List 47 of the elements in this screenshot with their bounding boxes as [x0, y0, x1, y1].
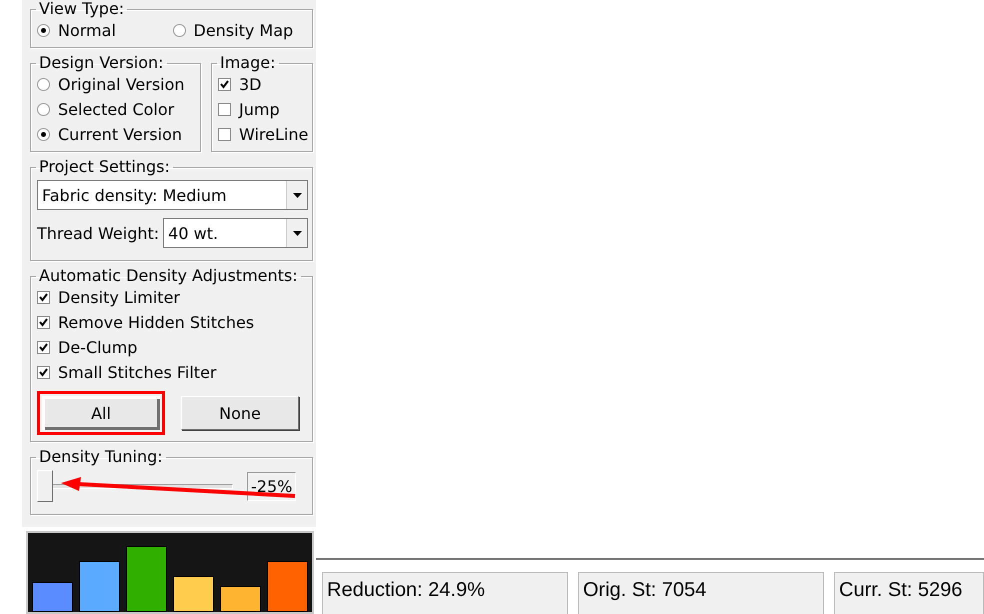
- radio-label: Normal: [58, 21, 116, 40]
- histogram-bar: [126, 546, 167, 612]
- field-label: Thread Weight:: [37, 224, 160, 242]
- checkbox-label: Small Stitches Filter: [58, 363, 216, 382]
- radio-button[interactable]: [37, 24, 50, 37]
- radio-button[interactable]: [37, 78, 50, 91]
- checkbox-label: WireLine: [239, 125, 308, 144]
- checkbox[interactable]: [37, 316, 50, 329]
- group-title: Density Tuning:: [38, 448, 164, 466]
- checkbox-label: De-Clump: [58, 338, 138, 357]
- slider-thumb[interactable]: [37, 470, 53, 502]
- status-pane: Reduction: 24.9%: [322, 572, 568, 614]
- histogram-bar: [267, 561, 308, 612]
- radio-label: Original Version: [58, 75, 185, 94]
- group-title: Automatic Density Adjustments:: [38, 267, 299, 285]
- status-pane: Orig. St: 7054: [578, 572, 824, 614]
- radio-label: Selected Color: [58, 100, 174, 119]
- checkbox[interactable]: [37, 366, 50, 379]
- checkbox-label: Jump: [239, 100, 280, 119]
- none-button[interactable]: None: [181, 396, 299, 430]
- checkbox-label: Density Limiter: [58, 288, 180, 307]
- radio-label: Density Map: [194, 21, 294, 40]
- histogram-bar: [220, 586, 261, 612]
- radio-button[interactable]: [37, 103, 50, 116]
- group-title: Project Settings:: [38, 158, 171, 176]
- checkbox[interactable]: [218, 128, 231, 141]
- radio-button[interactable]: [172, 24, 186, 37]
- checkbox-label: 3D: [239, 75, 262, 94]
- group-title: Design Version:: [38, 54, 165, 72]
- checkbox-label: Remove Hidden Stitches: [58, 313, 254, 332]
- checkbox[interactable]: [37, 341, 50, 354]
- group-title: View Type:: [38, 0, 126, 18]
- radio-label: Current Version: [58, 125, 182, 144]
- histogram-bar: [173, 576, 214, 612]
- dropdown-arrow-icon: [292, 192, 302, 198]
- checkbox[interactable]: [218, 78, 231, 91]
- fabric-density-dropdown[interactable]: Fabric density: Medium: [37, 180, 308, 210]
- histogram-bar: [79, 561, 120, 612]
- radio-button[interactable]: [37, 128, 50, 141]
- all-button[interactable]: All: [37, 391, 165, 435]
- checkbox[interactable]: [37, 291, 50, 304]
- dropdown-arrow-icon: [292, 230, 302, 236]
- status-pane: Curr. St: 5296: [834, 572, 984, 614]
- thread-weight-dropdown[interactable]: 40 wt.: [163, 218, 308, 248]
- histogram-bar: [32, 582, 73, 612]
- group-title: Image:: [219, 54, 276, 72]
- checkbox[interactable]: [218, 103, 231, 116]
